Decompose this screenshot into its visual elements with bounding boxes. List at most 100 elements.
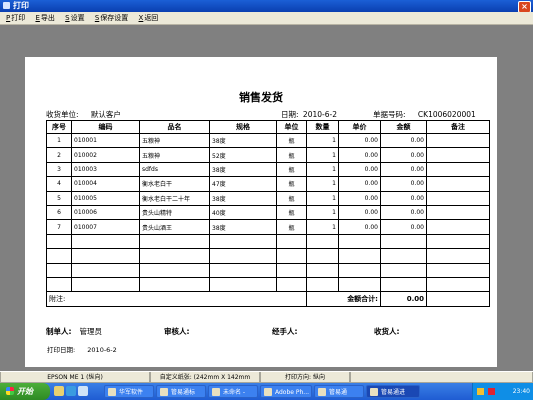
table-row: 6 010006 贵头山精特 40度瓶 1 0.00 0.00 [46, 204, 490, 221]
total-label: 金额合计: [306, 291, 381, 307]
table-cell-price [338, 276, 381, 293]
export-button[interactable]: E导出 [33, 12, 56, 24]
start-button[interactable]: 开始 [0, 383, 50, 400]
button-label: 返回 [144, 14, 159, 22]
table-cell-price: 0.00 [338, 176, 381, 192]
quicklaunch-folder-icon[interactable] [54, 386, 64, 396]
table-cell-qty: 1 [306, 219, 339, 235]
table-cell-spec: 38度 [209, 219, 277, 235]
tray-icon[interactable] [477, 388, 484, 395]
button-label: 设置 [70, 14, 85, 22]
task-button[interactable]: 华军软件 [104, 385, 154, 398]
table-cell-spec [209, 276, 277, 293]
table-cell-unit: 瓶 [276, 204, 307, 221]
table-row [46, 276, 490, 293]
quicklaunch-ie-icon[interactable] [66, 386, 76, 396]
table-cell-qty [306, 262, 339, 278]
table-cell-name [139, 276, 210, 293]
table-cell-code: 010004 [71, 176, 140, 192]
table-cell-price [338, 233, 381, 250]
hotkey: S [65, 14, 70, 22]
table-cell-code: 010002 [71, 147, 140, 163]
table-cell-unit: 瓶 [276, 176, 307, 192]
windows-logo-icon [6, 387, 14, 395]
table-cell-spec: 38度 [209, 132, 277, 149]
task-label: 管易通 [329, 389, 348, 396]
table-cell-qty: 1 [306, 176, 339, 192]
table-cell-note [426, 248, 490, 264]
table-cell-spec [209, 233, 277, 250]
table-cell-unit: 瓶 [276, 161, 307, 178]
settings-button[interactable]: S设置 [63, 12, 86, 24]
remark-cell: 附注: [46, 291, 307, 307]
task-button-active[interactable]: 管易通进 [366, 385, 420, 398]
table-cell-unit [276, 233, 307, 250]
handler-label: 经手人: [272, 327, 298, 336]
clock: 23:40 [512, 388, 530, 395]
table-row: 2 010002 五粮神 52度瓶 1 0.00 0.00 [46, 147, 490, 163]
table-cell-price: 0.00 [338, 219, 381, 235]
table-cell-no: 4 [46, 176, 72, 192]
table-cell-note [426, 190, 490, 206]
preview-workspace[interactable]: 销售发货 收货单位: 默认客户 日期: 2010-6-2 单据号码: CK100… [0, 25, 533, 371]
table-cell-price [338, 248, 381, 264]
table-cell-unit: 瓶 [276, 147, 307, 163]
table-cell-name: sdfds [139, 161, 210, 178]
task-button[interactable]: Adobe Ph... [260, 385, 312, 398]
table-cell-no: 1 [46, 132, 72, 149]
table-cell-name: 五粮神 [139, 132, 210, 149]
table-cell-no [46, 248, 72, 264]
table-cell-spec: 47度 [209, 176, 277, 192]
customer-label: 收货单位: [46, 110, 79, 119]
hotkey: P [6, 14, 11, 22]
table-cell-code [71, 248, 140, 264]
task-button[interactable]: 管易通 [314, 385, 364, 398]
tray-icon[interactable] [487, 388, 495, 395]
table-cell-spec: 52度 [209, 147, 277, 163]
table-row: 1 010001 五粮神 38度瓶 1 0.00 0.00 [46, 132, 490, 149]
table-cell-note [426, 204, 490, 221]
printer-status: EPSON ME 1 (纵向) [0, 372, 150, 383]
table-row [46, 248, 490, 264]
print-date-value: 2010-6-2 [87, 346, 117, 354]
table-cell-code: 010006 [71, 204, 140, 221]
table-cell-no: 7 [46, 219, 72, 235]
reviewer-label: 审核人: [164, 327, 190, 336]
table-cell-no [46, 276, 72, 293]
table-cell-spec: 40度 [209, 204, 277, 221]
table-cell-no [46, 233, 72, 250]
table-cell-name: 贵头山酒王 [139, 219, 210, 235]
task-button[interactable]: 管易通标 [156, 385, 206, 398]
print-button[interactable]: P打印 [4, 12, 27, 24]
save-settings-button[interactable]: S保存设置 [93, 12, 130, 24]
task-button[interactable]: 未命名 - [208, 385, 258, 398]
window-title: 打印 [13, 1, 29, 10]
table-cell-note [426, 219, 490, 235]
table-cell-note [426, 233, 490, 250]
table-cell-price: 0.00 [338, 190, 381, 206]
table-cell-amount: 0.00 [380, 204, 427, 221]
start-label: 开始 [17, 387, 33, 396]
table-cell-note [426, 161, 490, 178]
date-field: 日期: 2010-6-2 [281, 109, 337, 120]
system-tray: 23:40 [472, 383, 533, 400]
column-header: 数量 [306, 120, 339, 134]
button-label: 保存设置 [100, 14, 129, 22]
return-button[interactable]: X返回 [137, 12, 161, 24]
status-empty [350, 372, 533, 383]
table-cell-qty: 1 [306, 204, 339, 221]
hotkey: E [35, 14, 40, 22]
app-icon [264, 388, 272, 396]
orientation-status: 打印方向: 纵向 [260, 372, 350, 383]
table-row: 5 010005 衡水老白干二十年 38度瓶 1 0.00 0.00 [46, 190, 490, 206]
quicklaunch-desktop-icon[interactable] [78, 386, 88, 396]
table-cell-qty: 1 [306, 147, 339, 163]
document-title: 销售发货 [239, 91, 283, 104]
maker-field: 制单人: 管理员 [46, 326, 102, 337]
table-cell-unit [276, 248, 307, 264]
table-cell-no: 6 [46, 204, 72, 221]
column-header: 序号 [46, 120, 72, 134]
handler-field: 经手人: [272, 326, 298, 337]
table-cell-name [139, 262, 210, 278]
table-cell-note [426, 276, 490, 293]
